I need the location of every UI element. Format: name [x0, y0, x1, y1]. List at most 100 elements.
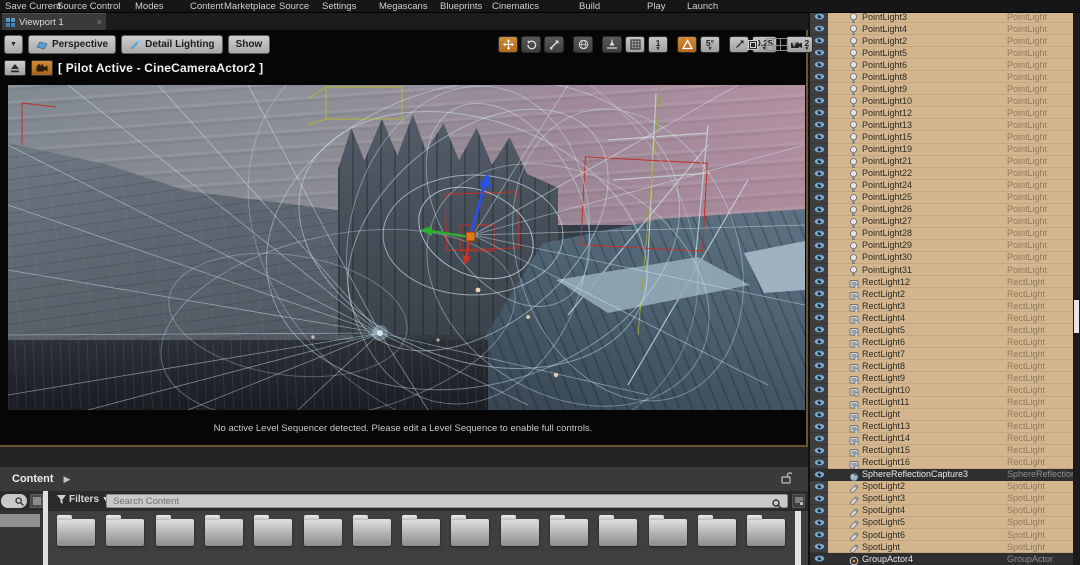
visibility-eye-icon[interactable]	[810, 180, 828, 192]
visibility-eye-icon[interactable]	[810, 264, 828, 276]
folder-icon[interactable]	[254, 519, 292, 546]
surface-snap-button[interactable]	[602, 36, 622, 53]
visibility-eye-icon[interactable]	[810, 336, 828, 348]
visibility-eye-icon[interactable]	[810, 493, 828, 505]
outliner-row[interactable]: PointLight4 PointLight	[810, 23, 1080, 35]
viewport-options-button[interactable]: ▼	[4, 35, 23, 54]
outliner-row[interactable]: PointLight31 PointLight	[810, 264, 1080, 276]
world-coordinate-button[interactable]	[573, 36, 593, 53]
outliner-row[interactable]: PointLight12 PointLight	[810, 107, 1080, 119]
folder-icon[interactable]	[501, 519, 539, 546]
outliner-row[interactable]: SpotLight4 SpotLight	[810, 505, 1080, 517]
outliner-row[interactable]: RectLight6 RectLight	[810, 336, 1080, 348]
outliner-row[interactable]: PointLight22 PointLight	[810, 168, 1080, 180]
visibility-eye-icon[interactable]	[810, 228, 828, 240]
visibility-eye-icon[interactable]	[810, 192, 828, 204]
visibility-eye-icon[interactable]	[810, 553, 828, 565]
visibility-eye-icon[interactable]	[810, 517, 828, 529]
visibility-eye-icon[interactable]	[810, 71, 828, 83]
outliner-row[interactable]: PointLight13 PointLight	[810, 119, 1080, 131]
visibility-eye-icon[interactable]	[810, 95, 828, 107]
outliner-row[interactable]: PointLight5 PointLight	[810, 47, 1080, 59]
outliner-row[interactable]: RectLight RectLight	[810, 409, 1080, 421]
content-search-input[interactable]	[106, 494, 788, 508]
folder-icon[interactable]	[156, 519, 194, 546]
folder-icon[interactable]	[353, 519, 391, 546]
visibility-eye-icon[interactable]	[810, 505, 828, 517]
outliner-row[interactable]: RectLight13 RectLight	[810, 421, 1080, 433]
outliner-row[interactable]: SpotLight SpotLight	[810, 541, 1080, 553]
outliner-row[interactable]: RectLight3 RectLight	[810, 300, 1080, 312]
outliner-row[interactable]: PointLight19 PointLight	[810, 144, 1080, 156]
visibility-eye-icon[interactable]	[810, 240, 828, 252]
folder-icon[interactable]	[57, 519, 95, 546]
save-search-button[interactable]	[792, 494, 805, 508]
outliner-row[interactable]: RectLight7 RectLight	[810, 348, 1080, 360]
outliner-row[interactable]: PointLight9 PointLight	[810, 83, 1080, 95]
visibility-eye-icon[interactable]	[810, 312, 828, 324]
outliner-row[interactable]: RectLight12 RectLight	[810, 276, 1080, 288]
outliner-row[interactable]: RectLight4 RectLight	[810, 312, 1080, 324]
outliner-row[interactable]: RectLight8 RectLight	[810, 360, 1080, 372]
visibility-eye-icon[interactable]	[810, 469, 828, 481]
outliner-row[interactable]: PointLight30 PointLight	[810, 252, 1080, 264]
menu-item-play[interactable]: Play	[647, 1, 665, 12]
folder-icon[interactable]	[451, 519, 489, 546]
menu-item-cinematics[interactable]: Cinematics	[492, 1, 539, 12]
maximize-viewport-icon[interactable]	[748, 40, 758, 50]
visibility-eye-icon[interactable]	[810, 445, 828, 457]
menu-item-modes[interactable]: Modes	[135, 1, 164, 12]
visibility-eye-icon[interactable]	[810, 481, 828, 493]
outliner-row[interactable]: PointLight2 PointLight	[810, 35, 1080, 47]
visibility-eye-icon[interactable]	[810, 360, 828, 372]
visibility-eye-icon[interactable]	[810, 168, 828, 180]
outliner-row[interactable]: RectLight2 RectLight	[810, 288, 1080, 300]
outliner-row[interactable]: RectLight10 RectLight	[810, 384, 1080, 396]
sources-list-toggle-button[interactable]	[30, 494, 43, 508]
visibility-eye-icon[interactable]	[810, 324, 828, 336]
outliner-row[interactable]: PointLight27 PointLight	[810, 216, 1080, 228]
folder-icon[interactable]	[106, 519, 144, 546]
camera-mode-button[interactable]: Perspective	[28, 35, 116, 54]
folder-icon[interactable]	[698, 519, 736, 546]
folder-icon[interactable]	[649, 519, 687, 546]
menu-item-build[interactable]: Build	[579, 1, 600, 12]
visibility-eye-icon[interactable]	[810, 288, 828, 300]
level-viewport[interactable]: ▼ Perspective Detail Lighting Show	[0, 30, 808, 447]
visibility-eye-icon[interactable]	[810, 107, 828, 119]
visibility-eye-icon[interactable]	[810, 384, 828, 396]
menu-item-source-control[interactable]: Source Control	[57, 1, 120, 12]
sources-selected-item[interactable]	[0, 514, 40, 527]
tab-close-icon[interactable]: ×	[97, 17, 102, 27]
menu-item-save-current[interactable]: Save Current	[5, 1, 61, 12]
visibility-eye-icon[interactable]	[810, 144, 828, 156]
outliner-scrollbar[interactable]	[1073, 0, 1080, 565]
visibility-eye-icon[interactable]	[810, 216, 828, 228]
outliner-row[interactable]: PointLight8 PointLight	[810, 71, 1080, 83]
outliner-row[interactable]: PointLight6 PointLight	[810, 59, 1080, 71]
visibility-eye-icon[interactable]	[810, 83, 828, 95]
menu-item-marketplace[interactable]: Marketplace	[224, 1, 276, 12]
menu-item-blueprints[interactable]: Blueprints	[440, 1, 482, 12]
grid-snap-button[interactable]	[625, 36, 645, 53]
scale-snap-button[interactable]	[729, 36, 749, 53]
rotate-tool-button[interactable]	[521, 36, 541, 53]
view-mode-button[interactable]: Detail Lighting	[121, 35, 222, 54]
menu-item-launch[interactable]: Launch	[687, 1, 718, 12]
visibility-eye-icon[interactable]	[810, 276, 828, 288]
3d-scene[interactable]	[8, 85, 805, 410]
visibility-eye-icon[interactable]	[810, 348, 828, 360]
visibility-eye-icon[interactable]	[810, 300, 828, 312]
outliner-row[interactable]: RectLight11 RectLight	[810, 397, 1080, 409]
rotation-snap-value-button[interactable]: 5°▾	[700, 36, 720, 53]
outliner-scrollbar-thumb[interactable]	[1074, 300, 1079, 333]
folder-icon[interactable]	[205, 519, 243, 546]
outliner-row[interactable]: PointLight24 PointLight	[810, 180, 1080, 192]
menu-item-settings[interactable]: Settings	[322, 1, 356, 12]
eject-pilot-button[interactable]	[4, 60, 26, 76]
tab-viewport-1[interactable]: Viewport 1 ×	[2, 13, 106, 30]
outliner-row[interactable]: RectLight9 RectLight	[810, 372, 1080, 384]
show-flags-button[interactable]: Show	[228, 35, 271, 54]
visibility-eye-icon[interactable]	[810, 156, 828, 168]
visibility-eye-icon[interactable]	[810, 397, 828, 409]
